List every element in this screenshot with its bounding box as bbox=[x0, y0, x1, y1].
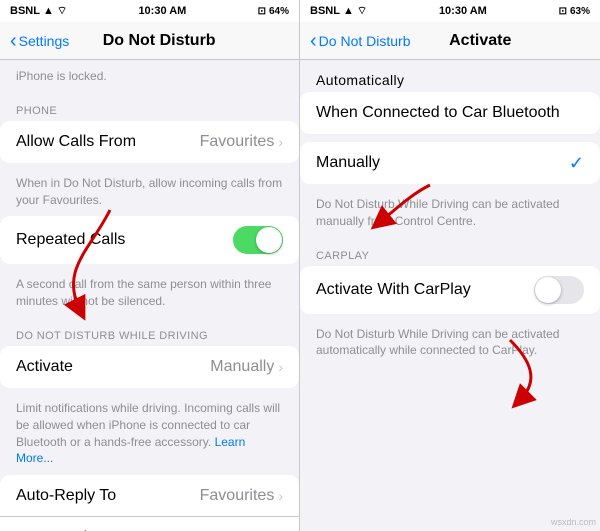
watermark: wsxdn.com bbox=[551, 517, 596, 527]
right-back-chevron-icon: ‹ bbox=[310, 31, 317, 51]
activate-value-text: Manually bbox=[210, 358, 274, 376]
right-status-left: BSNL ▲ ⌔ bbox=[310, 4, 367, 18]
auto-reply-to-item[interactable]: Auto-Reply To Favourites › bbox=[0, 475, 299, 517]
learn-more-link[interactable]: Learn More... bbox=[16, 435, 245, 466]
repeated-calls-item[interactable]: Repeated Calls bbox=[0, 216, 299, 264]
auto-reply-to-label: Auto-Reply To bbox=[16, 487, 116, 505]
left-content: iPhone is locked. PHONE Allow Calls From… bbox=[0, 60, 299, 531]
right-group-manually: Manually ✓ bbox=[300, 142, 600, 184]
left-group-allow-calls: Allow Calls From Favourites › bbox=[0, 121, 299, 163]
manually-desc: Do Not Disturb While Driving can be acti… bbox=[300, 192, 600, 238]
carplay-desc: Do Not Disturb While Driving can be acti… bbox=[300, 322, 600, 368]
repeated-calls-toggle[interactable] bbox=[233, 226, 283, 254]
allow-calls-item[interactable]: Allow Calls From Favourites › bbox=[0, 121, 299, 163]
activate-carplay-toggle-knob bbox=[535, 277, 561, 303]
right-nav-title: Activate bbox=[370, 32, 590, 50]
allow-calls-desc: When in Do Not Disturb, allow incoming c… bbox=[0, 171, 299, 217]
right-status-bar: BSNL ▲ ⌔ 10:30 AM ⊡ 63% bbox=[300, 0, 600, 22]
activate-value: Manually › bbox=[210, 358, 283, 376]
activate-item[interactable]: Activate Manually › bbox=[0, 346, 299, 388]
left-signal-icon: ▲ bbox=[43, 5, 54, 17]
left-section-phone-header: PHONE bbox=[0, 93, 299, 121]
manually-checkmark-icon: ✓ bbox=[569, 153, 584, 174]
left-status-right: ⊡ 64% bbox=[258, 6, 289, 17]
right-status-right: ⊡ 63% bbox=[559, 6, 590, 17]
car-bluetooth-label: When Connected to Car Bluetooth bbox=[316, 104, 560, 122]
car-bluetooth-item[interactable]: When Connected to Car Bluetooth bbox=[300, 92, 600, 134]
auto-reply-to-chevron-icon: › bbox=[278, 488, 283, 504]
right-group-auto: When Connected to Car Bluetooth bbox=[300, 92, 600, 134]
left-battery-icon: ⊡ bbox=[258, 6, 266, 17]
activate-carplay-toggle[interactable] bbox=[534, 276, 584, 304]
left-nav-title: Do Not Disturb bbox=[29, 32, 289, 50]
allow-calls-value-text: Favourites bbox=[200, 133, 275, 151]
right-battery-icon: ⊡ bbox=[559, 6, 567, 17]
activate-desc: Limit notifications while driving. Incom… bbox=[0, 396, 299, 475]
manually-item[interactable]: Manually ✓ bbox=[300, 142, 600, 184]
right-wifi-icon: ⌔ bbox=[357, 4, 367, 18]
left-section-dnd-header: DO NOT DISTURB WHILE DRIVING bbox=[0, 318, 299, 346]
activate-carplay-item[interactable]: Activate With CarPlay bbox=[300, 266, 600, 314]
repeated-calls-desc: A second call from the same person withi… bbox=[0, 272, 299, 318]
left-intro-text: iPhone is locked. bbox=[0, 60, 299, 93]
activate-carplay-label: Activate With CarPlay bbox=[316, 281, 471, 299]
left-group-repeated-calls: Repeated Calls bbox=[0, 216, 299, 264]
left-group-activate: Activate Manually › bbox=[0, 346, 299, 388]
right-time: 10:30 AM bbox=[439, 5, 487, 17]
left-nav-bar: ‹ Settings Do Not Disturb bbox=[0, 22, 299, 60]
left-back-chevron-icon: ‹ bbox=[10, 31, 17, 51]
right-panel: BSNL ▲ ⌔ 10:30 AM ⊡ 63% ‹ Do Not Disturb… bbox=[300, 0, 600, 531]
left-status-left: BSNL ▲ ⌔ bbox=[10, 4, 67, 18]
right-section-carplay-header: CARPLAY bbox=[300, 238, 600, 266]
left-panel: BSNL ▲ ⌔ 10:30 AM ⊡ 64% ‹ Settings Do No… bbox=[0, 0, 300, 531]
manually-label: Manually bbox=[316, 154, 380, 172]
auto-reply-to-value-text: Favourites bbox=[200, 487, 275, 505]
allow-calls-label: Allow Calls From bbox=[16, 133, 136, 151]
repeated-calls-toggle-knob bbox=[256, 227, 282, 253]
left-group-auto-reply: Auto-Reply To Favourites › Auto-Reply I'… bbox=[0, 475, 299, 531]
auto-reply-to-value: Favourites › bbox=[200, 487, 283, 505]
left-time: 10:30 AM bbox=[138, 5, 186, 17]
right-carrier: BSNL bbox=[310, 5, 340, 17]
left-carrier: BSNL bbox=[10, 5, 40, 17]
right-content: Automatically When Connected to Car Blue… bbox=[300, 60, 600, 531]
repeated-calls-label: Repeated Calls bbox=[16, 231, 125, 249]
allow-calls-chevron-icon: › bbox=[278, 134, 283, 150]
left-wifi-icon: ⌔ bbox=[57, 4, 67, 18]
right-nav-bar: ‹ Do Not Disturb Activate bbox=[300, 22, 600, 60]
activate-chevron-icon: › bbox=[278, 359, 283, 375]
right-group-carplay: Activate With CarPlay bbox=[300, 266, 600, 314]
activate-label: Activate bbox=[16, 358, 73, 376]
left-battery-pct: 64% bbox=[269, 6, 289, 17]
right-signal-icon: ▲ bbox=[343, 5, 354, 17]
left-status-bar: BSNL ▲ ⌔ 10:30 AM ⊡ 64% bbox=[0, 0, 299, 22]
auto-reply-item[interactable]: Auto-Reply I'm driving with Do Not Distu… bbox=[0, 517, 299, 531]
right-section-auto-header: Automatically bbox=[300, 60, 600, 88]
right-battery-pct: 63% bbox=[570, 6, 590, 17]
allow-calls-value: Favourites › bbox=[200, 133, 283, 151]
